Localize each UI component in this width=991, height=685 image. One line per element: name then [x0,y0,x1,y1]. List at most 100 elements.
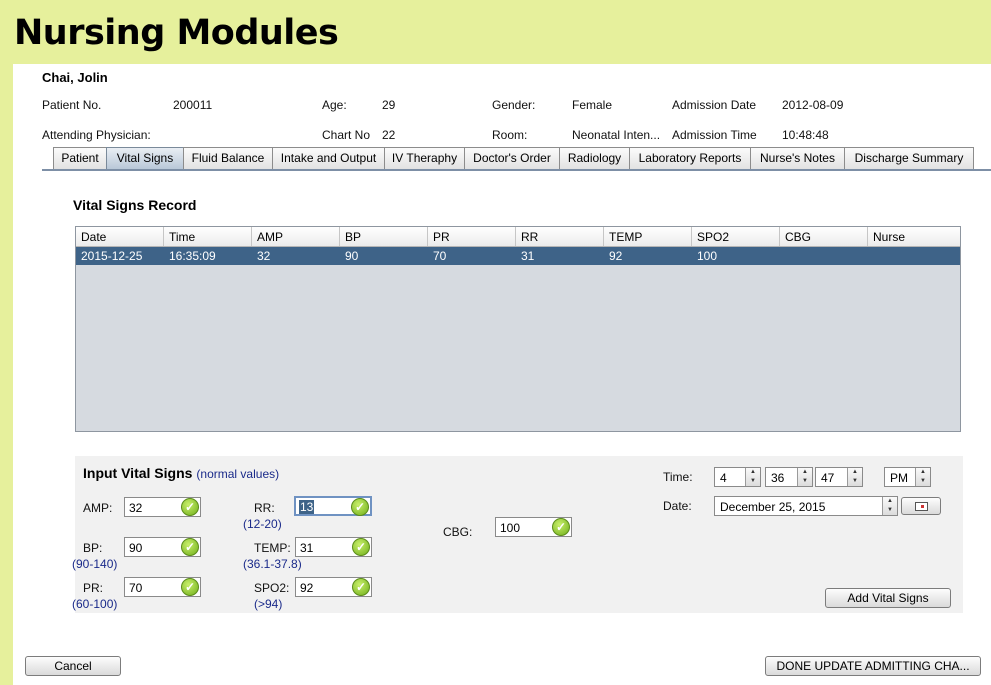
column-header-date[interactable]: Date [76,227,164,246]
amp-input[interactable]: 32 ✓ [124,497,201,517]
age-value: 29 [382,98,396,112]
input-vital-signs-title: Input Vital Signs (normal values) [83,465,279,481]
pr-input[interactable]: 70 ✓ [124,577,201,597]
column-header-spo2[interactable]: SPO2 [692,227,780,246]
spinner-arrows-icon[interactable]: ▲ ▼ [745,468,760,486]
table-cell [868,247,956,265]
spinner-arrows-icon[interactable]: ▲ ▼ [797,468,812,486]
column-header-rr[interactable]: RR [516,227,604,246]
column-header-pr[interactable]: PR [428,227,516,246]
tab-vital-signs[interactable]: Vital Signs [106,147,184,169]
bp-value: 90 [129,541,143,555]
tab-doctors-order[interactable]: Doctor's Order [464,147,560,169]
temp-label: TEMP: [254,541,291,555]
spo2-input[interactable]: 92 ✓ [295,577,372,597]
vital-signs-table[interactable]: Date Time AMP BP PR RR TEMP SPO2 CBG Nur… [75,226,961,432]
cbg-label: CBG: [443,525,473,539]
amp-label: AMP: [83,501,113,515]
spinner-arrows-icon[interactable]: ▲ ▼ [847,468,862,486]
check-icon: ✓ [352,578,370,596]
physician-label: Attending Physician: [42,128,151,142]
second-spinner[interactable]: 47 ▲ ▼ [815,467,863,487]
tab-divider [42,169,991,171]
table-row[interactable]: 2015-12-25 16:35:09 32 90 70 31 92 100 [76,247,960,265]
admission-date-value: 2012-08-09 [782,98,844,112]
calendar-button[interactable] [901,497,941,515]
spo2-value: 92 [300,581,314,595]
tab-nurses-notes[interactable]: Nurse's Notes [750,147,845,169]
done-update-admitting-chart-button[interactable]: DONE UPDATE ADMITTING CHA... [765,656,981,676]
column-header-temp[interactable]: TEMP [604,227,692,246]
ampm-spinner[interactable]: PM ▲ ▼ [884,467,931,487]
app-title: Nursing Modules [14,13,339,53]
rr-value: 13 [299,500,315,514]
bp-label: BP: [83,541,103,555]
minute-spinner[interactable]: 36 ▲ ▼ [765,467,813,487]
second-value: 47 [821,471,835,485]
room-value: Neonatal Inten... [572,128,661,142]
cbg-value: 100 [500,521,521,535]
pr-value: 70 [129,581,143,595]
tab-patient[interactable]: Patient [53,147,107,169]
date-label: Date: [663,499,692,513]
add-vital-signs-button[interactable]: Add Vital Signs [825,588,951,608]
tab-iv-theraphy[interactable]: IV Theraphy [384,147,465,169]
patient-name: Chai, Jolin [42,70,108,85]
time-label: Time: [663,470,693,484]
column-header-bp[interactable]: BP [340,227,428,246]
table-cell [780,247,868,265]
column-header-amp[interactable]: AMP [252,227,340,246]
admission-date-label: Admission Date [672,98,757,112]
column-header-nurse[interactable]: Nurse [868,227,956,246]
check-icon: ✓ [351,498,369,516]
patient-no-label: Patient No. [42,98,102,112]
patient-no-value: 200011 [173,98,213,112]
temp-value: 31 [300,541,314,555]
table-cell: 2015-12-25 [81,249,143,263]
pr-label: PR: [83,581,104,595]
check-icon: ✓ [552,518,570,536]
admission-time-value: 10:48:48 [782,128,829,142]
table-cell: 100 [697,249,718,263]
normal-values-note: (normal values) [196,467,280,481]
spinner-arrows-icon[interactable]: ▲ ▼ [915,468,930,486]
main-panel: Chai, Jolin Patient No. 200011 Age: 29 G… [13,64,991,685]
rr-input[interactable]: 13 ✓ [294,496,372,516]
spinner-arrows-icon[interactable]: ▲ ▼ [882,497,897,515]
temp-input[interactable]: 31 ✓ [295,537,372,557]
table-cell: 90 [345,249,359,263]
age-label: Age: [322,98,347,112]
column-header-cbg[interactable]: CBG [780,227,868,246]
column-header-time[interactable]: Time [164,227,252,246]
tab-discharge-summary[interactable]: Discharge Summary [844,147,974,169]
tab-intake-and-output[interactable]: Intake and Output [272,147,385,169]
tab-fluid-balance[interactable]: Fluid Balance [183,147,273,169]
ampm-value: PM [890,471,908,485]
check-icon: ✓ [181,498,199,516]
pr-range: (60-100) [72,597,118,611]
minute-value: 36 [771,471,785,485]
table-cell: 16:35:09 [169,249,216,263]
date-spinner[interactable]: December 25, 2015 ▲ ▼ [714,496,898,516]
cancel-button[interactable]: Cancel [25,656,121,676]
cbg-input[interactable]: 100 ✓ [495,517,572,537]
room-label: Room: [492,128,528,142]
rr-label: RR: [254,501,275,515]
tab-radiology[interactable]: Radiology [559,147,630,169]
input-title-text: Input Vital Signs [83,465,193,481]
amp-value: 32 [129,501,143,515]
hour-spinner[interactable]: 4 ▲ ▼ [714,467,761,487]
table-cell: 31 [521,249,535,263]
calendar-icon [915,502,928,511]
hour-value: 4 [720,471,727,485]
check-icon: ✓ [181,538,199,556]
table-cell: 32 [257,249,271,263]
table-header: Date Time AMP BP PR RR TEMP SPO2 CBG Nur… [76,227,960,247]
table-cell: 70 [433,249,447,263]
bp-input[interactable]: 90 ✓ [124,537,201,557]
table-cell: 92 [609,249,623,263]
check-icon: ✓ [181,578,199,596]
tab-laboratory-reports[interactable]: Laboratory Reports [629,147,751,169]
chart-no-value: 22 [382,128,396,142]
module-tabs: Patient Vital Signs Fluid Balance Intake… [53,147,974,169]
